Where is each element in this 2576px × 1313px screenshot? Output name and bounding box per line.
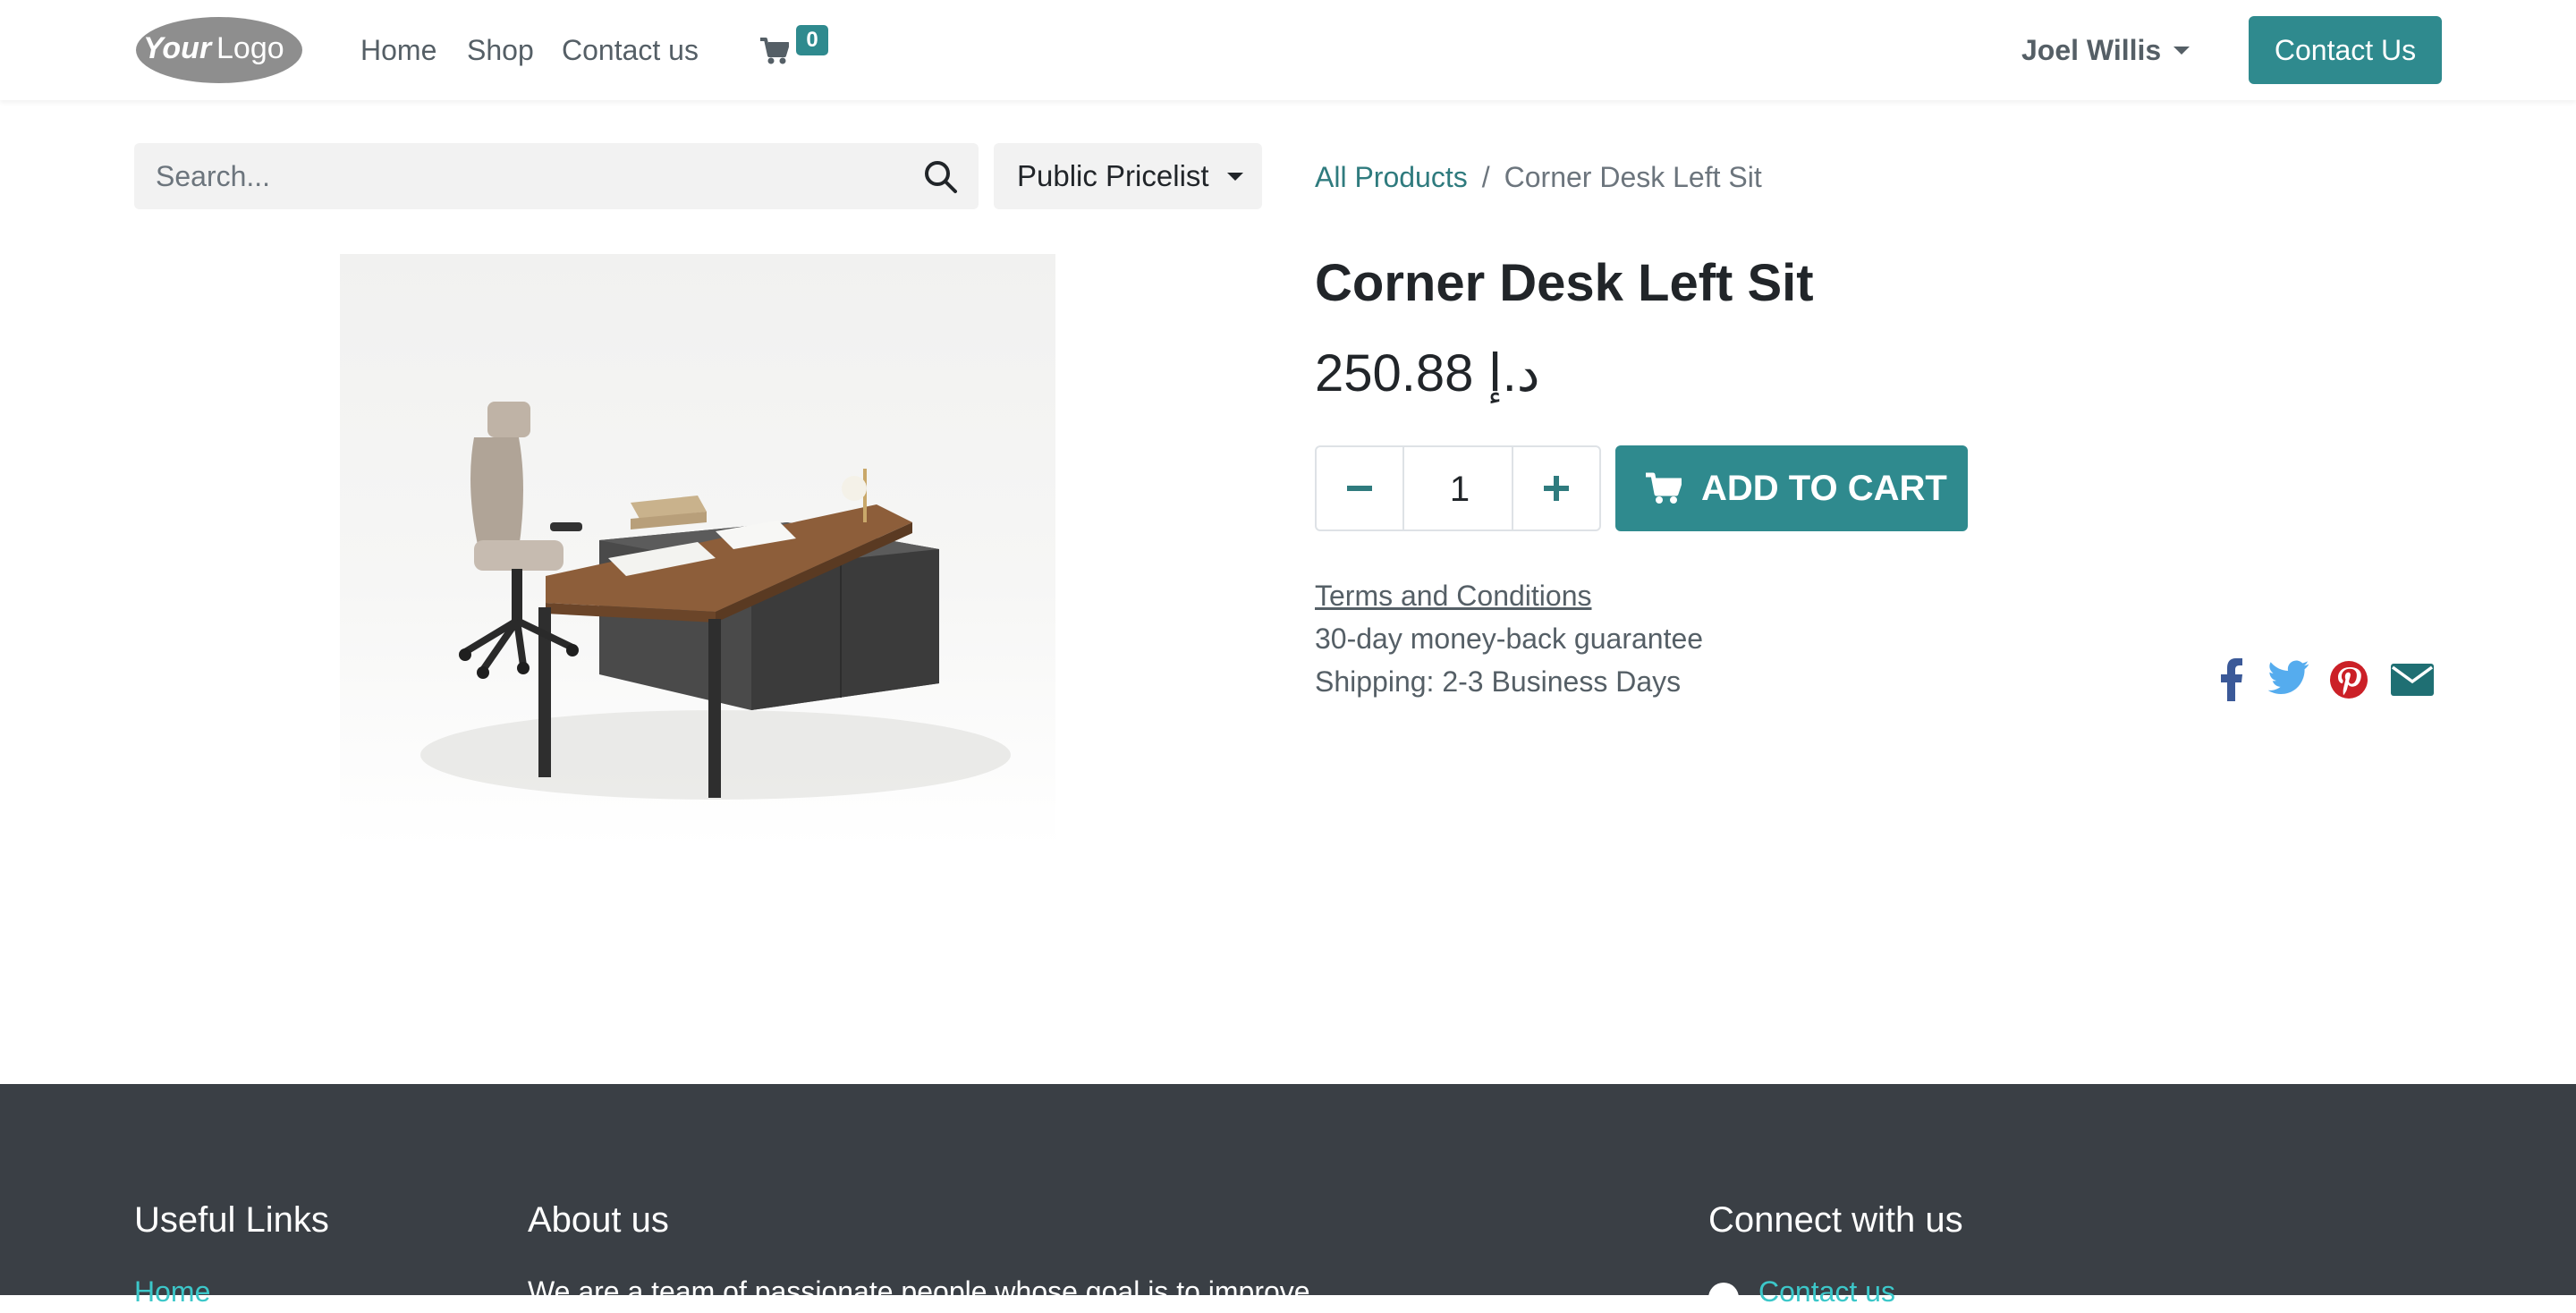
svg-text:Logo: Logo	[216, 31, 284, 65]
guarantee-text: 30-day money-back guarantee	[1315, 623, 1704, 655]
plus-icon	[1544, 476, 1569, 501]
site-footer: Useful Links Home About us We are a team…	[0, 1084, 2576, 1313]
product-title: Corner Desk Left Sit	[1315, 254, 1814, 312]
quantity-decrease-button[interactable]	[1317, 447, 1404, 529]
minus-icon	[1347, 486, 1372, 491]
quantity-increase-button[interactable]	[1512, 447, 1599, 529]
comment-icon	[1708, 1283, 1739, 1313]
breadcrumb-current: Corner Desk Left Sit	[1504, 161, 1762, 193]
cart-link[interactable]: 0	[760, 25, 832, 70]
pricelist-label: Public Pricelist	[1017, 159, 1209, 192]
cart-icon	[760, 38, 789, 64]
site-header: Your Logo Home Shop Contact us 0 Joel Wi…	[0, 0, 2576, 100]
user-name: Joel Willis	[2021, 34, 2162, 66]
search-box	[134, 143, 979, 209]
twitter-icon[interactable]	[2268, 658, 2309, 701]
chevron-down-icon	[2174, 47, 2190, 55]
footer-about-text: We are a team of passionate people whose…	[528, 1275, 1310, 1308]
footer-about-heading: About us	[528, 1200, 669, 1240]
email-icon[interactable]	[2390, 658, 2435, 701]
product-price: 250.88 د.إ	[1315, 344, 1540, 402]
facebook-icon[interactable]	[2220, 658, 2243, 701]
footer-connect-heading: Connect with us	[1708, 1200, 1963, 1240]
breadcrumb: All Products / Corner Desk Left Sit	[1315, 157, 1762, 197]
breadcrumb-separator: /	[1481, 161, 1490, 193]
product-image[interactable]	[340, 254, 1055, 848]
footer-useful-links-heading: Useful Links	[134, 1200, 329, 1240]
shipping-text: Shipping: 2-3 Business Days	[1315, 665, 1682, 698]
search-input[interactable]	[134, 143, 903, 209]
footer-link-home[interactable]: Home	[134, 1272, 210, 1311]
quantity-input[interactable]	[1404, 447, 1515, 531]
nav-home[interactable]: Home	[360, 30, 436, 70]
footer-link-contact-us[interactable]: Contact us	[1758, 1272, 1895, 1311]
breadcrumb-all-products[interactable]: All Products	[1315, 161, 1468, 193]
quantity-stepper	[1315, 445, 1601, 531]
pinterest-icon[interactable]	[2329, 658, 2368, 701]
add-to-cart-button[interactable]: ADD TO CART	[1615, 445, 1968, 531]
nav-contact-us[interactable]: Contact us	[562, 30, 699, 70]
search-icon[interactable]	[923, 159, 959, 195]
cart-count-badge: 0	[796, 25, 828, 55]
logo[interactable]: Your Logo	[134, 15, 304, 85]
pricelist-dropdown[interactable]: Public Pricelist	[994, 143, 1262, 209]
add-to-cart-label: ADD TO CART	[1701, 469, 1947, 508]
contact-us-button[interactable]: Contact Us	[2249, 16, 2442, 84]
user-menu[interactable]: Joel Willis	[2021, 30, 2190, 70]
svg-text:Your: Your	[143, 31, 213, 65]
chevron-down-icon	[1226, 172, 1243, 181]
terms-link[interactable]: Terms and Conditions	[1315, 576, 1591, 615]
cart-icon	[1646, 472, 1682, 504]
nav-shop[interactable]: Shop	[467, 30, 534, 70]
